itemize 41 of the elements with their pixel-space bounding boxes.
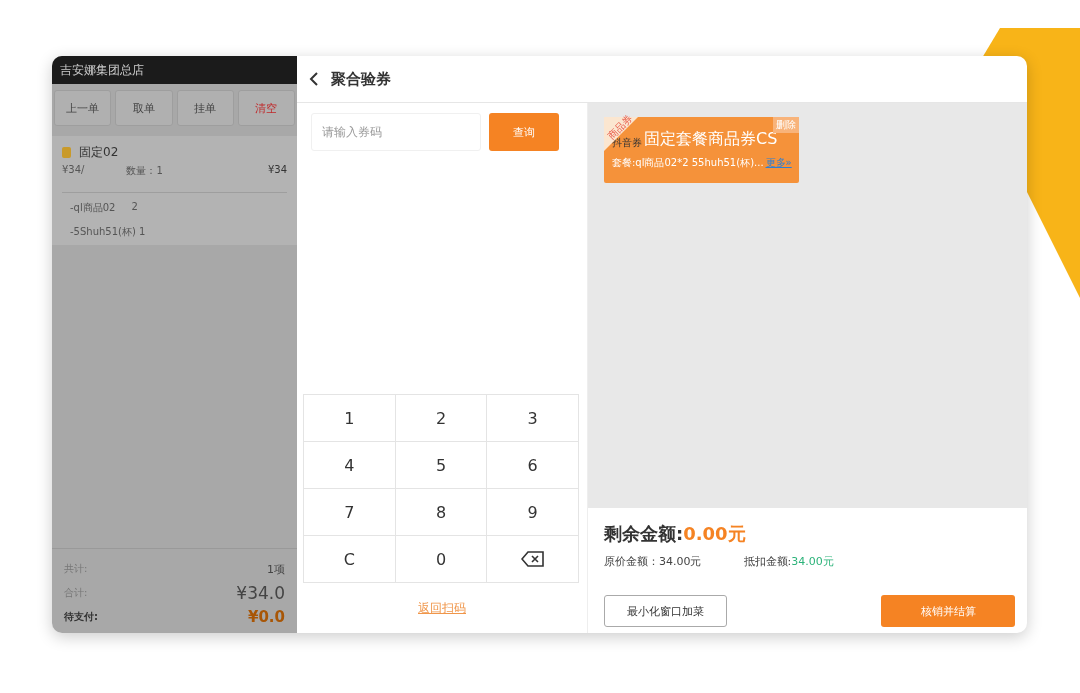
keypad-key[interactable]: 1 xyxy=(304,395,396,442)
item-price: ¥34 xyxy=(267,164,287,177)
keypad-key[interactable]: C xyxy=(304,536,396,583)
back-icon[interactable] xyxy=(309,71,319,87)
total-label: 待支付: xyxy=(64,610,98,624)
deduction-label: 抵扣金额: xyxy=(743,555,792,568)
keypad-key[interactable]: 6 xyxy=(487,442,579,489)
keypad-key[interactable]: 0 xyxy=(395,536,488,583)
minimize-button[interactable]: 最小化窗口加菜 xyxy=(604,595,727,627)
item-quantity: 数量：1 xyxy=(126,164,163,178)
sub-item-name: -5Shuh51(杯) 1 xyxy=(70,225,146,239)
keypad-key[interactable]: 9 xyxy=(487,489,579,536)
page-title: 聚合验券 xyxy=(331,69,391,89)
coupon-code-field[interactable]: 请输入券码 xyxy=(311,113,481,151)
keypad-key[interactable]: 4 xyxy=(304,442,396,489)
keypad-key[interactable]: 3 xyxy=(487,395,579,442)
order-button[interactable]: 挂单 xyxy=(176,90,234,126)
deduction-amount: 34.00元 xyxy=(791,555,834,568)
coupon-description: 套餐:ql商品02*2 55huh51(杯)... xyxy=(612,156,764,170)
sub-item-name: -ql商品02 xyxy=(70,201,116,215)
order-button[interactable]: 上一单 xyxy=(54,90,112,126)
total-value: 1项 xyxy=(267,561,285,577)
keypad-key[interactable]: 7 xyxy=(304,489,396,536)
original-price: 34.00元 xyxy=(659,555,702,568)
backspace-key[interactable] xyxy=(487,536,579,583)
item-name: 固定02 xyxy=(79,144,119,161)
sub-item-count: 2 xyxy=(131,201,138,214)
total-value: ¥34.0 xyxy=(236,583,285,603)
keypad-key[interactable]: 2 xyxy=(395,395,488,442)
original-price-label: 原价金额： xyxy=(604,555,659,568)
order-button[interactable]: 取单 xyxy=(115,90,173,126)
unit-price: ¥34/ xyxy=(62,164,85,177)
keypad-key[interactable]: 5 xyxy=(395,442,488,489)
remaining-label: 剩余金额: xyxy=(604,523,684,544)
item-icon xyxy=(62,147,71,158)
store-name: 吉安娜集团总店 xyxy=(52,56,297,84)
backspace-icon xyxy=(520,551,545,567)
total-value: ¥0.0 xyxy=(248,608,285,626)
remaining-amount: 0.00元 xyxy=(683,523,746,544)
keypad-key[interactable]: 8 xyxy=(395,489,488,536)
order-item-card[interactable]: 固定02 ¥34/ 数量：1 ¥34 -ql商品02 2 -5Shuh51(杯) 1 xyxy=(52,136,297,245)
